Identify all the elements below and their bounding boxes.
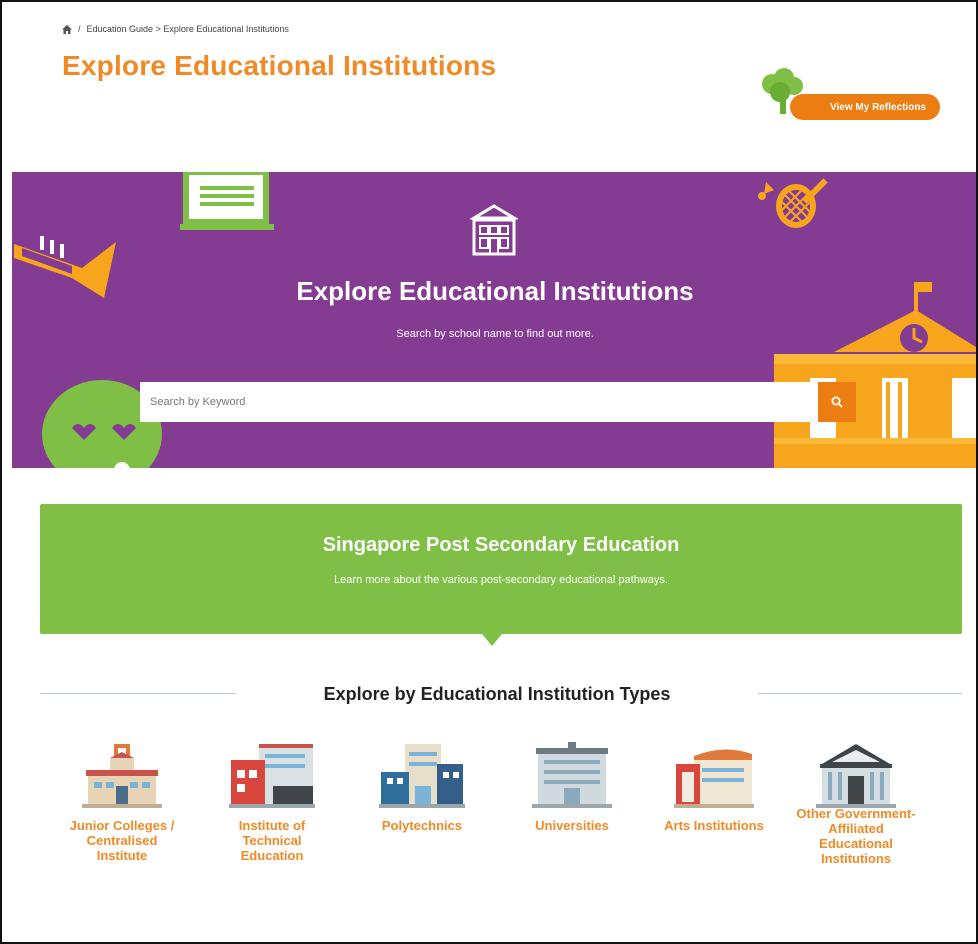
divider-left [40,693,236,694]
breadcrumb-trail[interactable]: Education Guide > Explore Educational In… [87,24,289,34]
home-icon[interactable] [62,24,72,34]
banner-pointer [482,634,502,646]
type-label: Arts Institutions [664,818,764,833]
search-input[interactable] [140,382,818,422]
laptop-icon [180,172,274,230]
type-arts-institutions[interactable]: Arts Institutions [654,742,774,833]
view-reflections-button[interactable]: View My Reflections [790,94,940,120]
reflections-widget: View My Reflections [754,68,944,128]
type-other-government-affiliated[interactable]: Other Government-Affiliated Educational … [796,742,916,866]
page-frame: / Education Guide > Explore Educational … [0,0,978,944]
type-label: Other Government-Affiliated Educational … [796,806,916,866]
search-icon [831,396,843,408]
school-building-icon [774,282,976,468]
polytechnic-building-icon [379,744,465,808]
type-label: Junior Colleges / Centralised Institute [69,818,175,863]
institution-icon [470,204,518,256]
banner-description: Learn more about the various post-second… [334,574,668,586]
type-label: Institute of Technical Education [238,818,306,863]
junior-college-building-icon [82,744,162,808]
post-secondary-banner[interactable]: Singapore Post Secondary Education Learn… [40,504,962,634]
university-building-icon [532,742,612,808]
arts-institution-building-icon [674,749,754,808]
search-bar [140,382,856,422]
ite-building-icon [229,744,315,808]
page-title: Explore Educational Institutions [62,50,497,81]
breadcrumb-separator: / [78,24,81,34]
type-ite[interactable]: Institute of Technical Education [212,742,332,863]
hero-subtitle: Search by school name to find out more. [396,328,594,340]
type-label: Polytechnics [381,818,463,833]
type-universities[interactable]: Universities [512,742,632,833]
type-junior-colleges[interactable]: Junior Colleges / Centralised Institute [62,742,182,863]
hero-title: Explore Educational Institutions [296,276,694,306]
government-building-icon [816,744,896,808]
banner-title: Singapore Post Secondary Education [322,534,680,556]
type-polytechnics[interactable]: Polytechnics [362,742,482,833]
divider-right [758,693,962,694]
type-label: Universities [535,818,609,833]
badminton-racket-icon [758,178,828,228]
hero-banner: Explore Educational Institutions Search … [12,172,976,468]
breadcrumb: / Education Guide > Explore Educational … [62,24,289,34]
search-button[interactable] [818,382,856,422]
types-section-title: Explore by Educational Institution Types [323,684,671,704]
